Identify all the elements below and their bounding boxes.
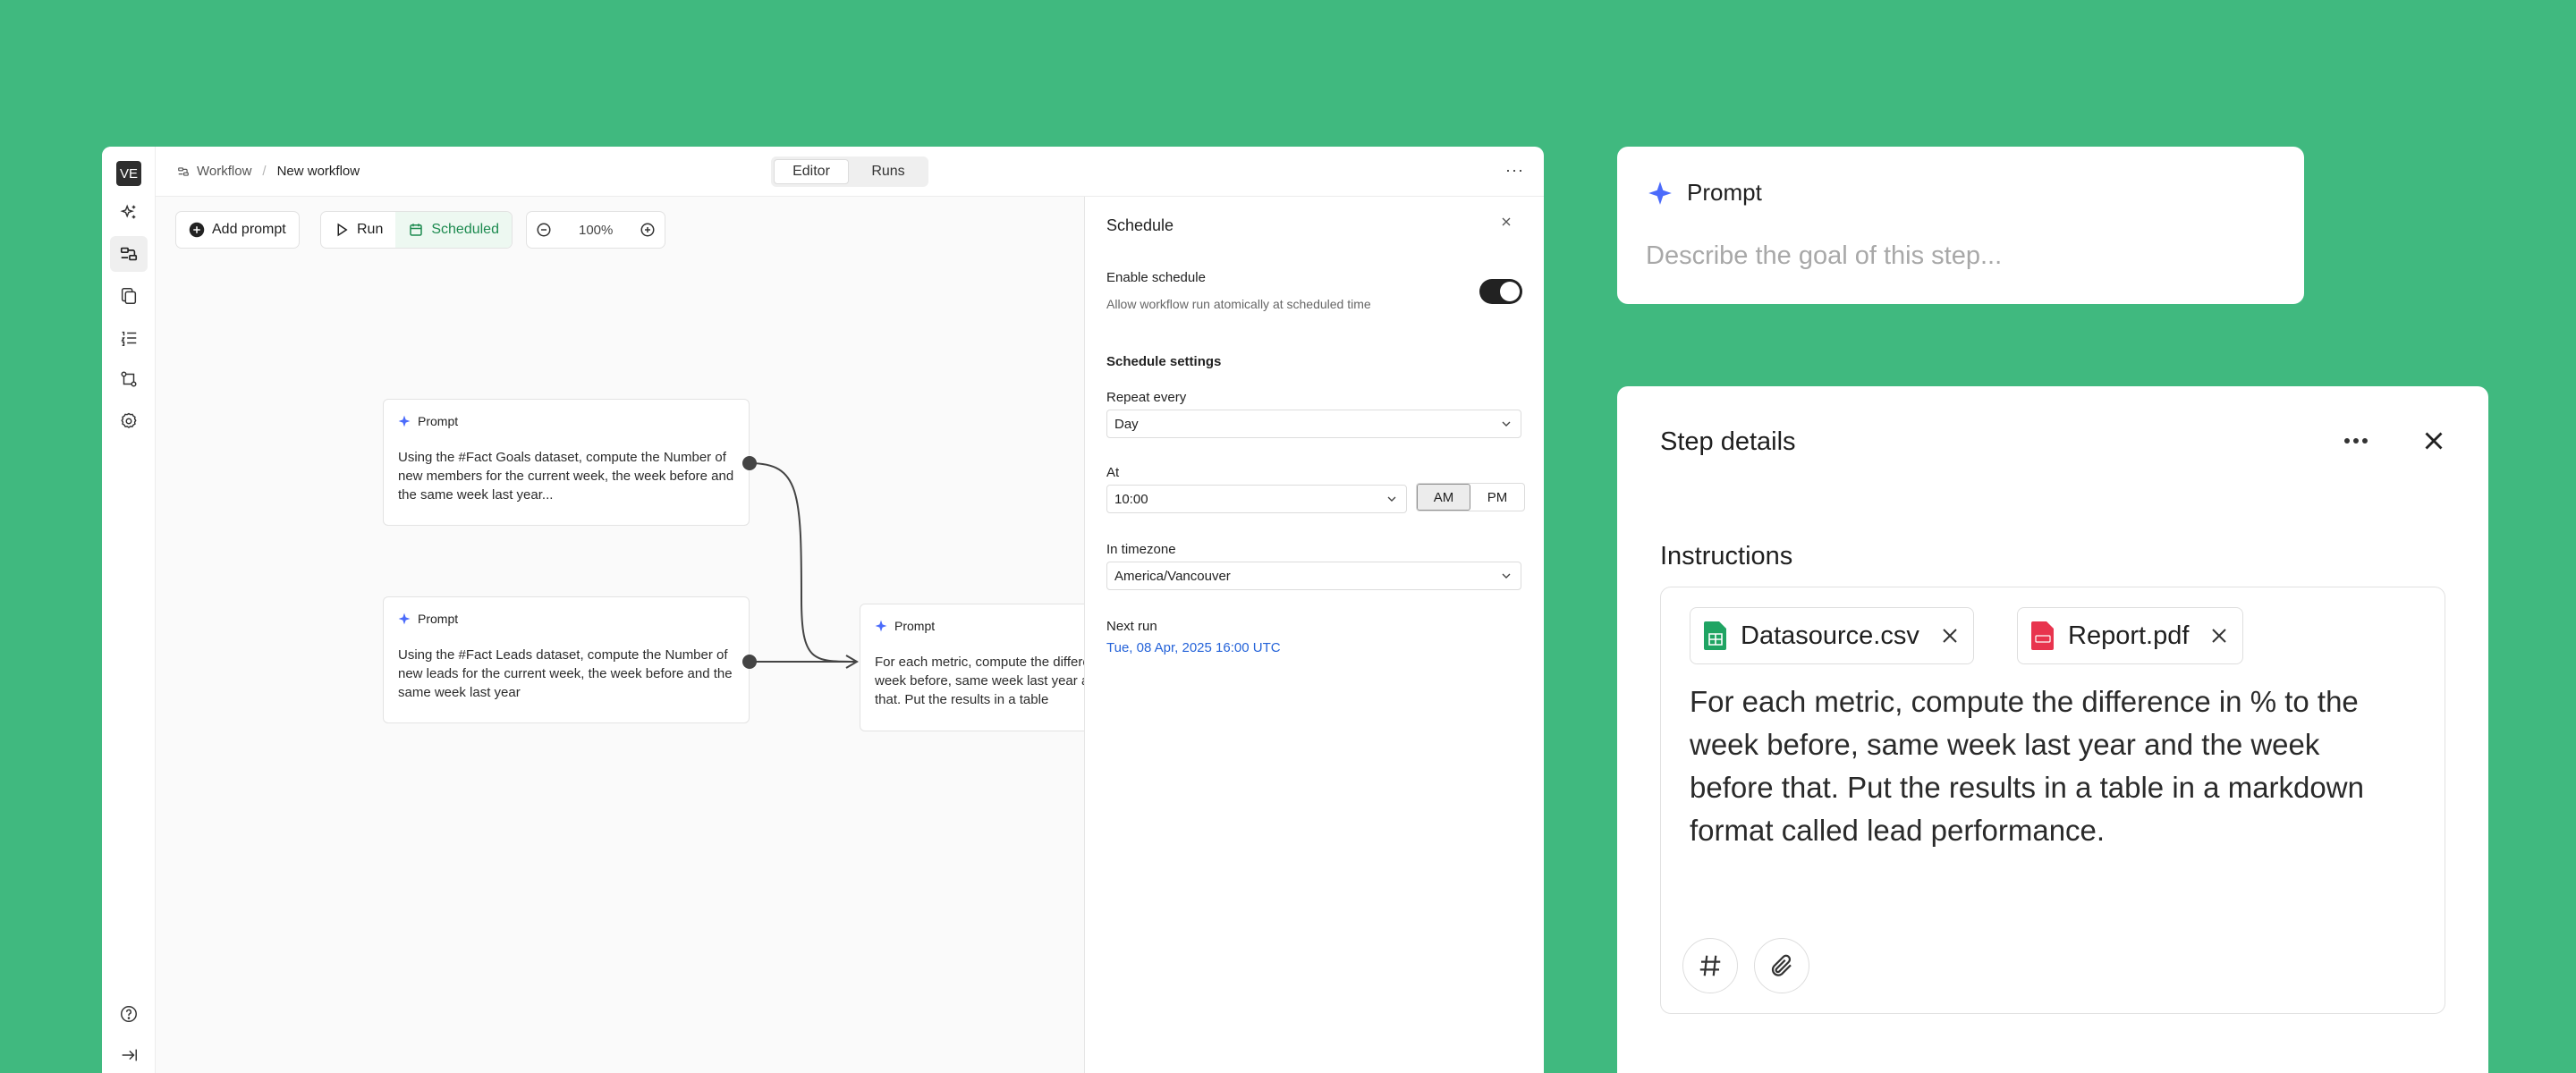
prompt-node-compare[interactable]: Prompt For each metric, compute the diff… [860,604,1084,731]
numbered-list-icon [121,331,137,346]
insert-dataset-button[interactable] [1682,938,1738,993]
sparkles-icon [120,204,136,219]
tab-editor[interactable]: Editor [774,159,849,184]
node-title: Prompt [418,612,459,626]
attachment-name: Report.pdf [2068,621,2190,650]
output-handle[interactable] [742,456,757,470]
sparkle-icon [875,620,887,632]
workflow-small-icon [178,166,189,176]
prompt-card-title: Prompt [1687,179,1762,206]
sparkle-icon [1648,181,1672,205]
instructions-text[interactable]: For each metric, compute the difference … [1690,680,2405,852]
more-horizontal-icon[interactable] [2343,436,2368,445]
sparkle-icon [398,415,411,427]
workflow-app-window: VE Workflow / New workflow Editor Runs ·… [102,147,1544,1073]
node-header: Prompt [398,612,734,626]
paperclip-icon [1771,954,1792,976]
workflow-canvas[interactable]: Add prompt Run Scheduled 100% Prompt Usi… [156,197,1084,1073]
node-text: For each metric, compute the difference … [875,655,1084,707]
prompt-goal-input[interactable]: Describe the goal of this step... [1646,241,2002,271]
remove-attachment-icon[interactable] [1939,625,1961,646]
enable-schedule-toggle[interactable] [1479,279,1522,304]
attach-file-button[interactable] [1754,938,1809,993]
schedule-title: Schedule [1106,216,1174,234]
remove-attachment-icon[interactable] [2208,625,2230,646]
attachment-chip-datasource[interactable]: Datasource.csv [1690,607,1974,664]
gear-icon [121,412,137,428]
pdf-file-icon [2031,621,2054,650]
left-nav-rail: VE [102,147,156,1073]
next-run-value: Tue, 08 Apr, 2025 16:00 UTC [1106,640,1281,655]
am-pm-toggle: AM PM [1416,483,1525,511]
timezone-value: America/Vancouver [1114,568,1231,584]
ai-sparkles-nav-button[interactable] [110,195,148,231]
help-nav-button[interactable] [110,996,148,1032]
node-text: Using the #Fact Goals dataset, compute t… [398,450,734,503]
workflow-icon [120,247,138,261]
prompt-card: Prompt Describe the goal of this step... [1617,147,2304,304]
instructions-label: Instructions [1660,542,1793,570]
repeat-every-label: Repeat every [1106,390,1187,405]
node-title: Prompt [418,414,459,428]
spreadsheet-file-icon [1704,621,1726,650]
step-details-card: Step details Instructions Datasource.csv… [1617,386,2488,1073]
logout-arrow-icon [122,1049,137,1061]
prompt-node-leads[interactable]: Prompt Using the #Fact Leads dataset, co… [383,596,750,723]
chevron-down-icon [1502,421,1511,427]
node-header: Prompt [875,619,1084,633]
documents-nav-button[interactable] [110,278,148,314]
chevron-down-icon [1502,573,1511,579]
settings-nav-button[interactable] [110,403,148,439]
node-text: Using the #Fact Leads dataset, compute t… [398,647,733,700]
close-schedule-button[interactable] [1499,215,1513,233]
more-options-button[interactable]: ··· [1505,161,1524,180]
at-label: At [1106,465,1120,480]
node-header: Prompt [398,414,734,428]
pm-option[interactable]: PM [1470,484,1524,511]
schedule-panel: Schedule Enable schedule Allow workflow … [1084,197,1544,1073]
at-time-select[interactable]: 10:00 [1106,485,1407,513]
workflows-nav-button[interactable] [110,236,148,272]
timezone-label: In timezone [1106,542,1176,557]
tab-runs[interactable]: Runs [851,159,926,184]
am-option[interactable]: AM [1417,484,1470,511]
prompt-node-goals[interactable]: Prompt Using the #Fact Goals dataset, co… [383,399,750,526]
node-title: Prompt [894,619,936,633]
help-circle-icon [121,1006,137,1022]
repeat-every-value: Day [1114,416,1139,432]
git-branch-nav-button[interactable] [110,361,148,397]
sparkle-icon [398,613,411,625]
timezone-select[interactable]: America/Vancouver [1106,562,1521,590]
breadcrumb-separator: / [262,164,267,179]
editor-runs-tabs: Editor Runs [771,156,928,187]
enable-schedule-description: Allow workflow run atomically at schedul… [1106,297,1371,311]
chevron-down-icon [1387,496,1396,502]
repeat-every-select[interactable]: Day [1106,410,1521,438]
hash-icon [1699,955,1721,976]
next-run-label: Next run [1106,619,1157,634]
git-compare-icon [121,371,137,387]
attachment-chip-report[interactable]: Report.pdf [2017,607,2244,664]
close-icon[interactable] [2419,426,2449,456]
step-details-title: Step details [1660,427,1796,456]
breadcrumb-current: New workflow [276,164,360,179]
attachment-name: Datasource.csv [1741,621,1919,650]
instructions-editor[interactable]: Datasource.csv Report.pdf For each metri… [1660,587,2445,1014]
workspace-avatar[interactable]: VE [116,161,141,186]
enable-schedule-label: Enable schedule [1106,270,1206,285]
copy-documents-icon [121,288,137,304]
close-icon [1502,217,1511,226]
top-bar: Workflow / New workflow Editor Runs ··· [156,147,1544,197]
at-time-value: 10:00 [1114,491,1148,507]
schedule-settings-heading: Schedule settings [1106,354,1222,369]
prompt-card-header: Prompt [1648,179,1762,207]
breadcrumb-root-link[interactable]: Workflow [197,164,251,179]
output-handle[interactable] [742,655,757,669]
logout-nav-button[interactable] [110,1037,148,1073]
breadcrumb: Workflow / New workflow [177,164,360,179]
list-nav-button[interactable] [110,320,148,356]
